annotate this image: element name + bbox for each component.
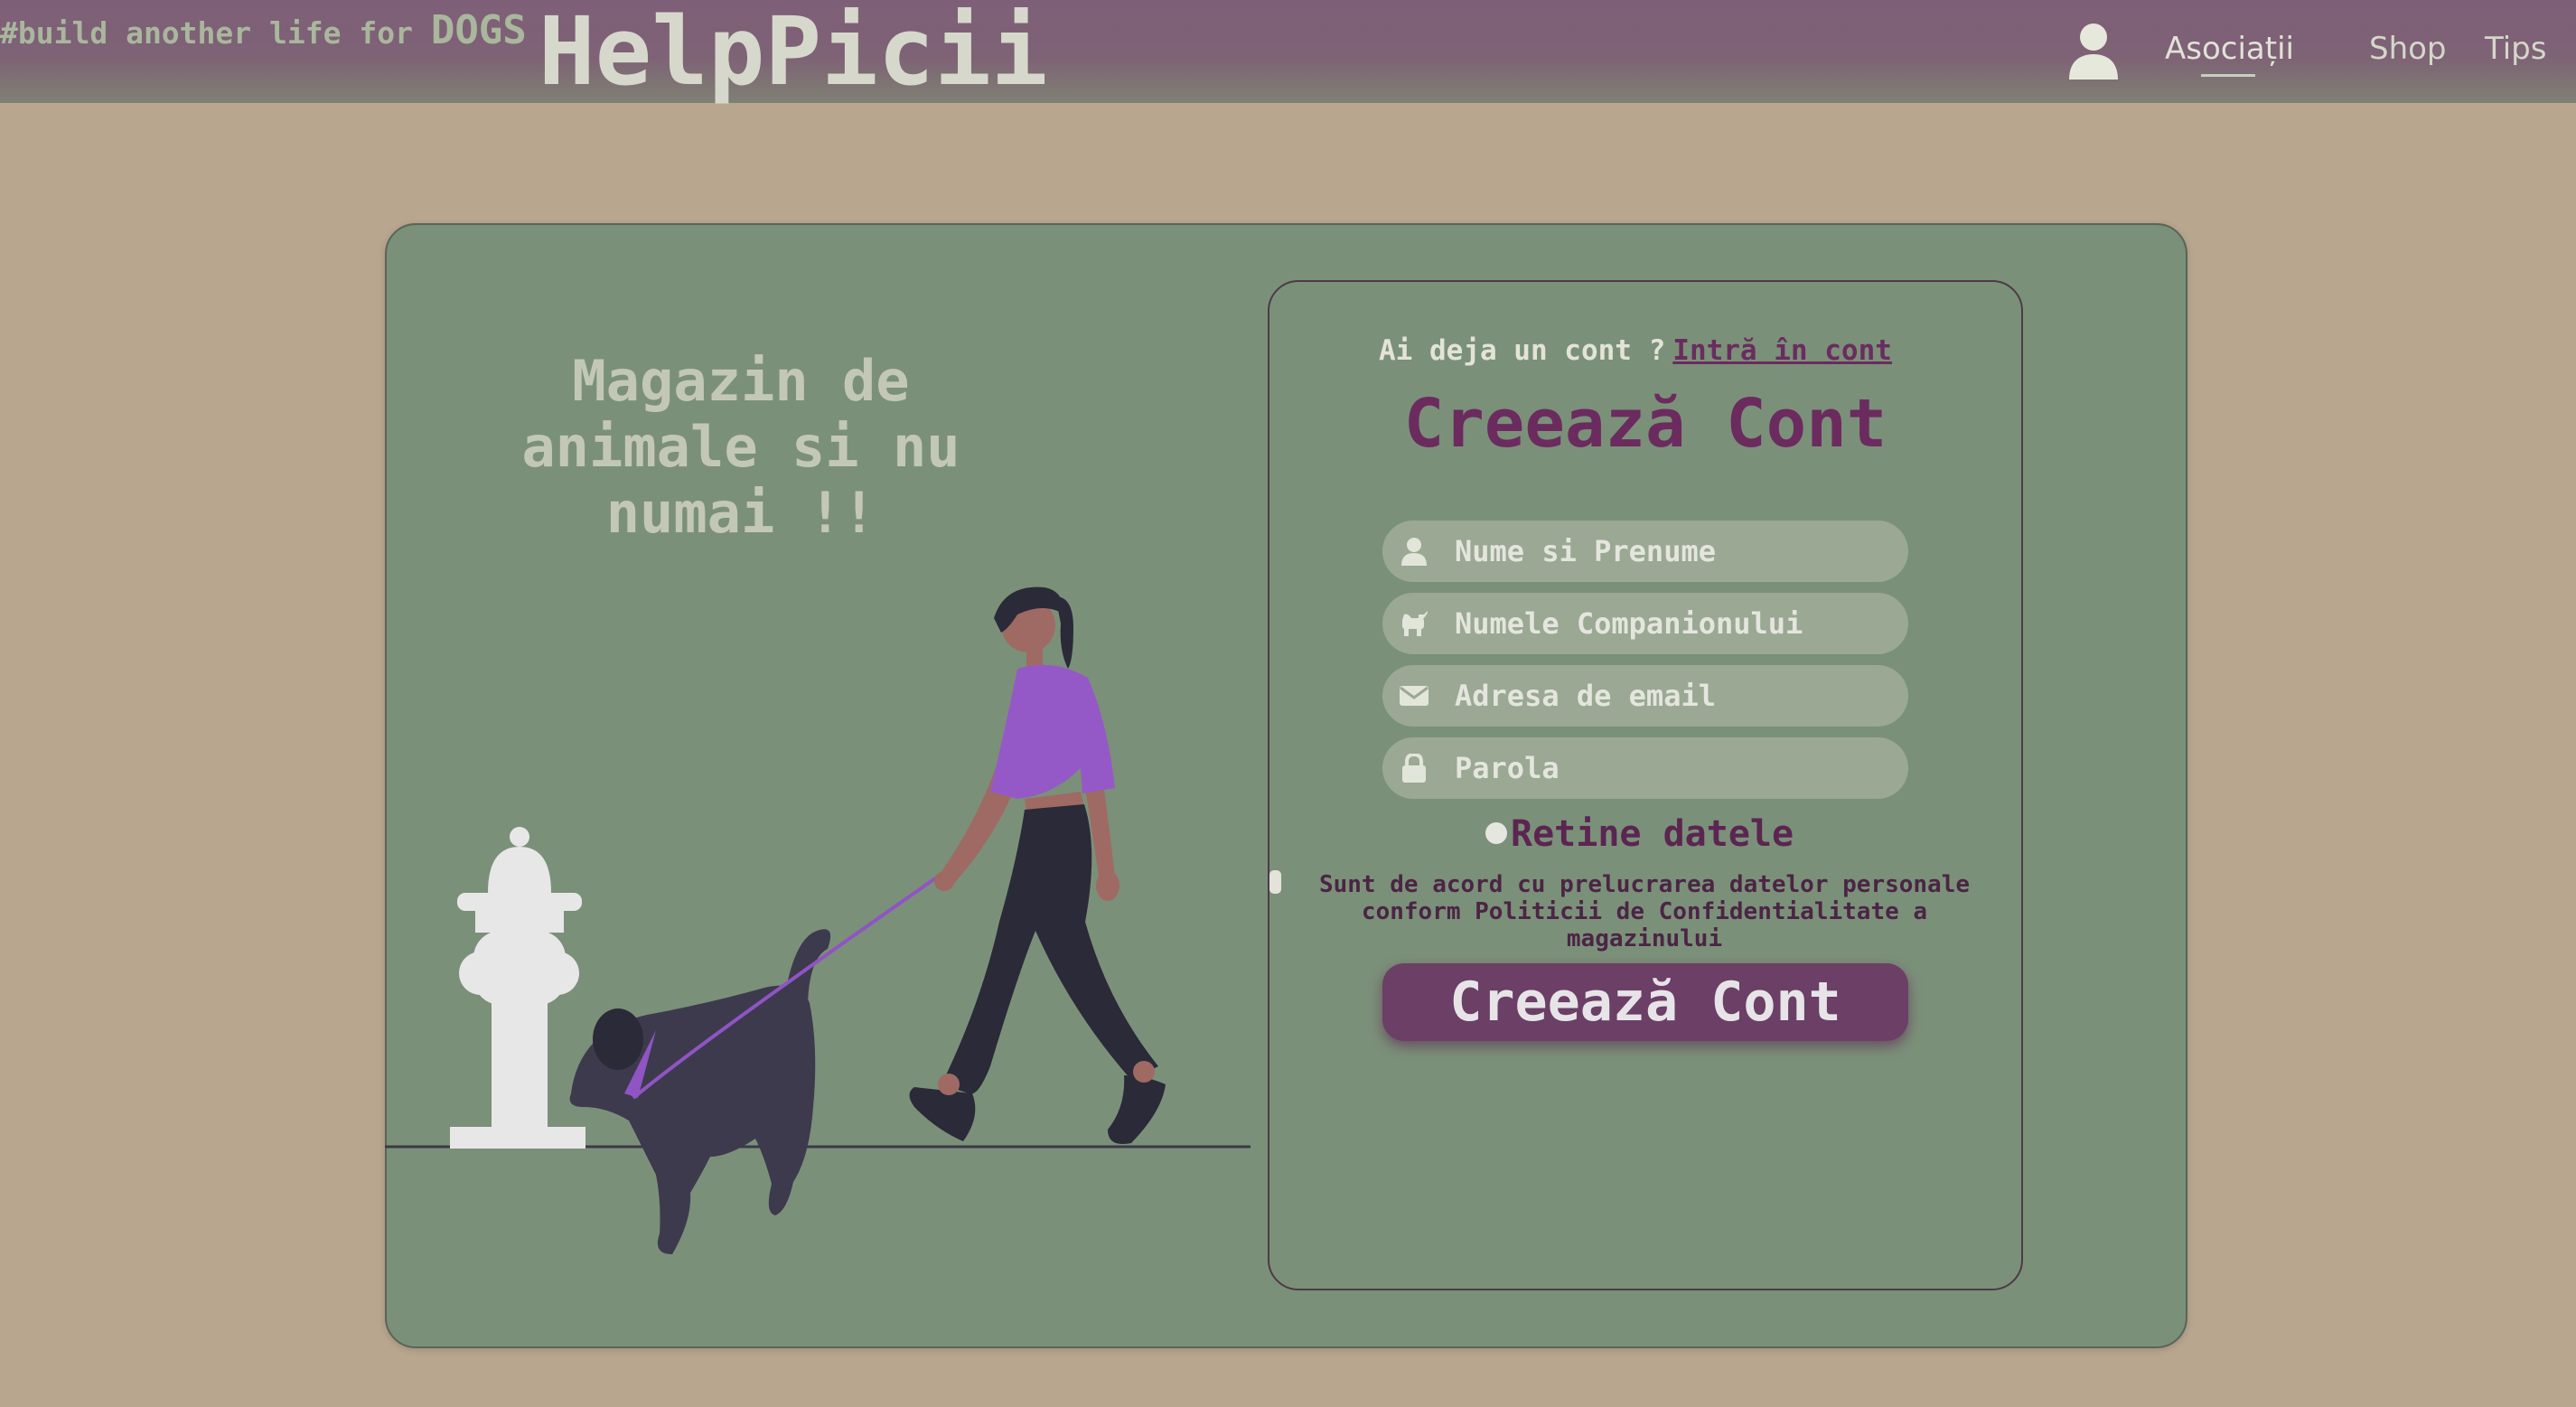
dog-icon	[1402, 611, 1428, 636]
have-account-text: Ai deja un cont ? Intră în cont	[1379, 334, 1892, 367]
password-input[interactable]	[1455, 737, 1888, 799]
consent-text: Sunt de acord cu prelucrarea datelor per…	[1318, 871, 1971, 952]
companion-field[interactable]	[1382, 593, 1908, 654]
password-field[interactable]	[1382, 737, 1908, 799]
dog-walk-illustration	[385, 586, 1251, 1254]
tagline-text: #build another life for	[0, 15, 431, 51]
tagline: #build another life for DOGS	[0, 7, 527, 53]
have-account-label: Ai deja un cont ?	[1379, 334, 1666, 367]
panel-handle[interactable]	[1269, 870, 1281, 894]
email-input[interactable]	[1455, 665, 1888, 727]
form-title: Creează Cont	[1403, 385, 1888, 463]
brand-logo[interactable]: HelpPicii	[539, 0, 1048, 103]
woman-illustration	[909, 586, 1166, 1144]
create-account-button[interactable]: Creează Cont	[1382, 963, 1908, 1041]
nav-tips[interactable]: Tips	[2485, 31, 2546, 67]
remember-label: Retine datele	[1511, 813, 1794, 855]
companion-input[interactable]	[1455, 593, 1888, 654]
lock-icon	[1402, 754, 1426, 783]
nav-asociatii[interactable]: Asociații	[2165, 31, 2294, 77]
hydrant-illustration	[450, 827, 585, 1149]
user-icon	[1401, 538, 1427, 566]
remember-toggle[interactable]: Retine datele	[1485, 813, 1794, 855]
top-header: #build another life for DOGS HelpPicii A…	[0, 0, 2576, 103]
tagline-dogs: DOGS	[430, 7, 527, 53]
hero-headline: Magazin de animale si nu numai !!	[521, 348, 960, 546]
user-icon[interactable]	[2067, 22, 2120, 80]
remember-radio[interactable]	[1485, 822, 1507, 844]
envelope-icon	[1400, 686, 1429, 706]
name-input[interactable]	[1455, 521, 1888, 582]
email-field[interactable]	[1382, 665, 1908, 727]
login-link[interactable]: Intră în cont	[1672, 334, 1892, 367]
name-field[interactable]	[1382, 521, 1908, 582]
nav-shop[interactable]: Shop	[2369, 31, 2447, 67]
